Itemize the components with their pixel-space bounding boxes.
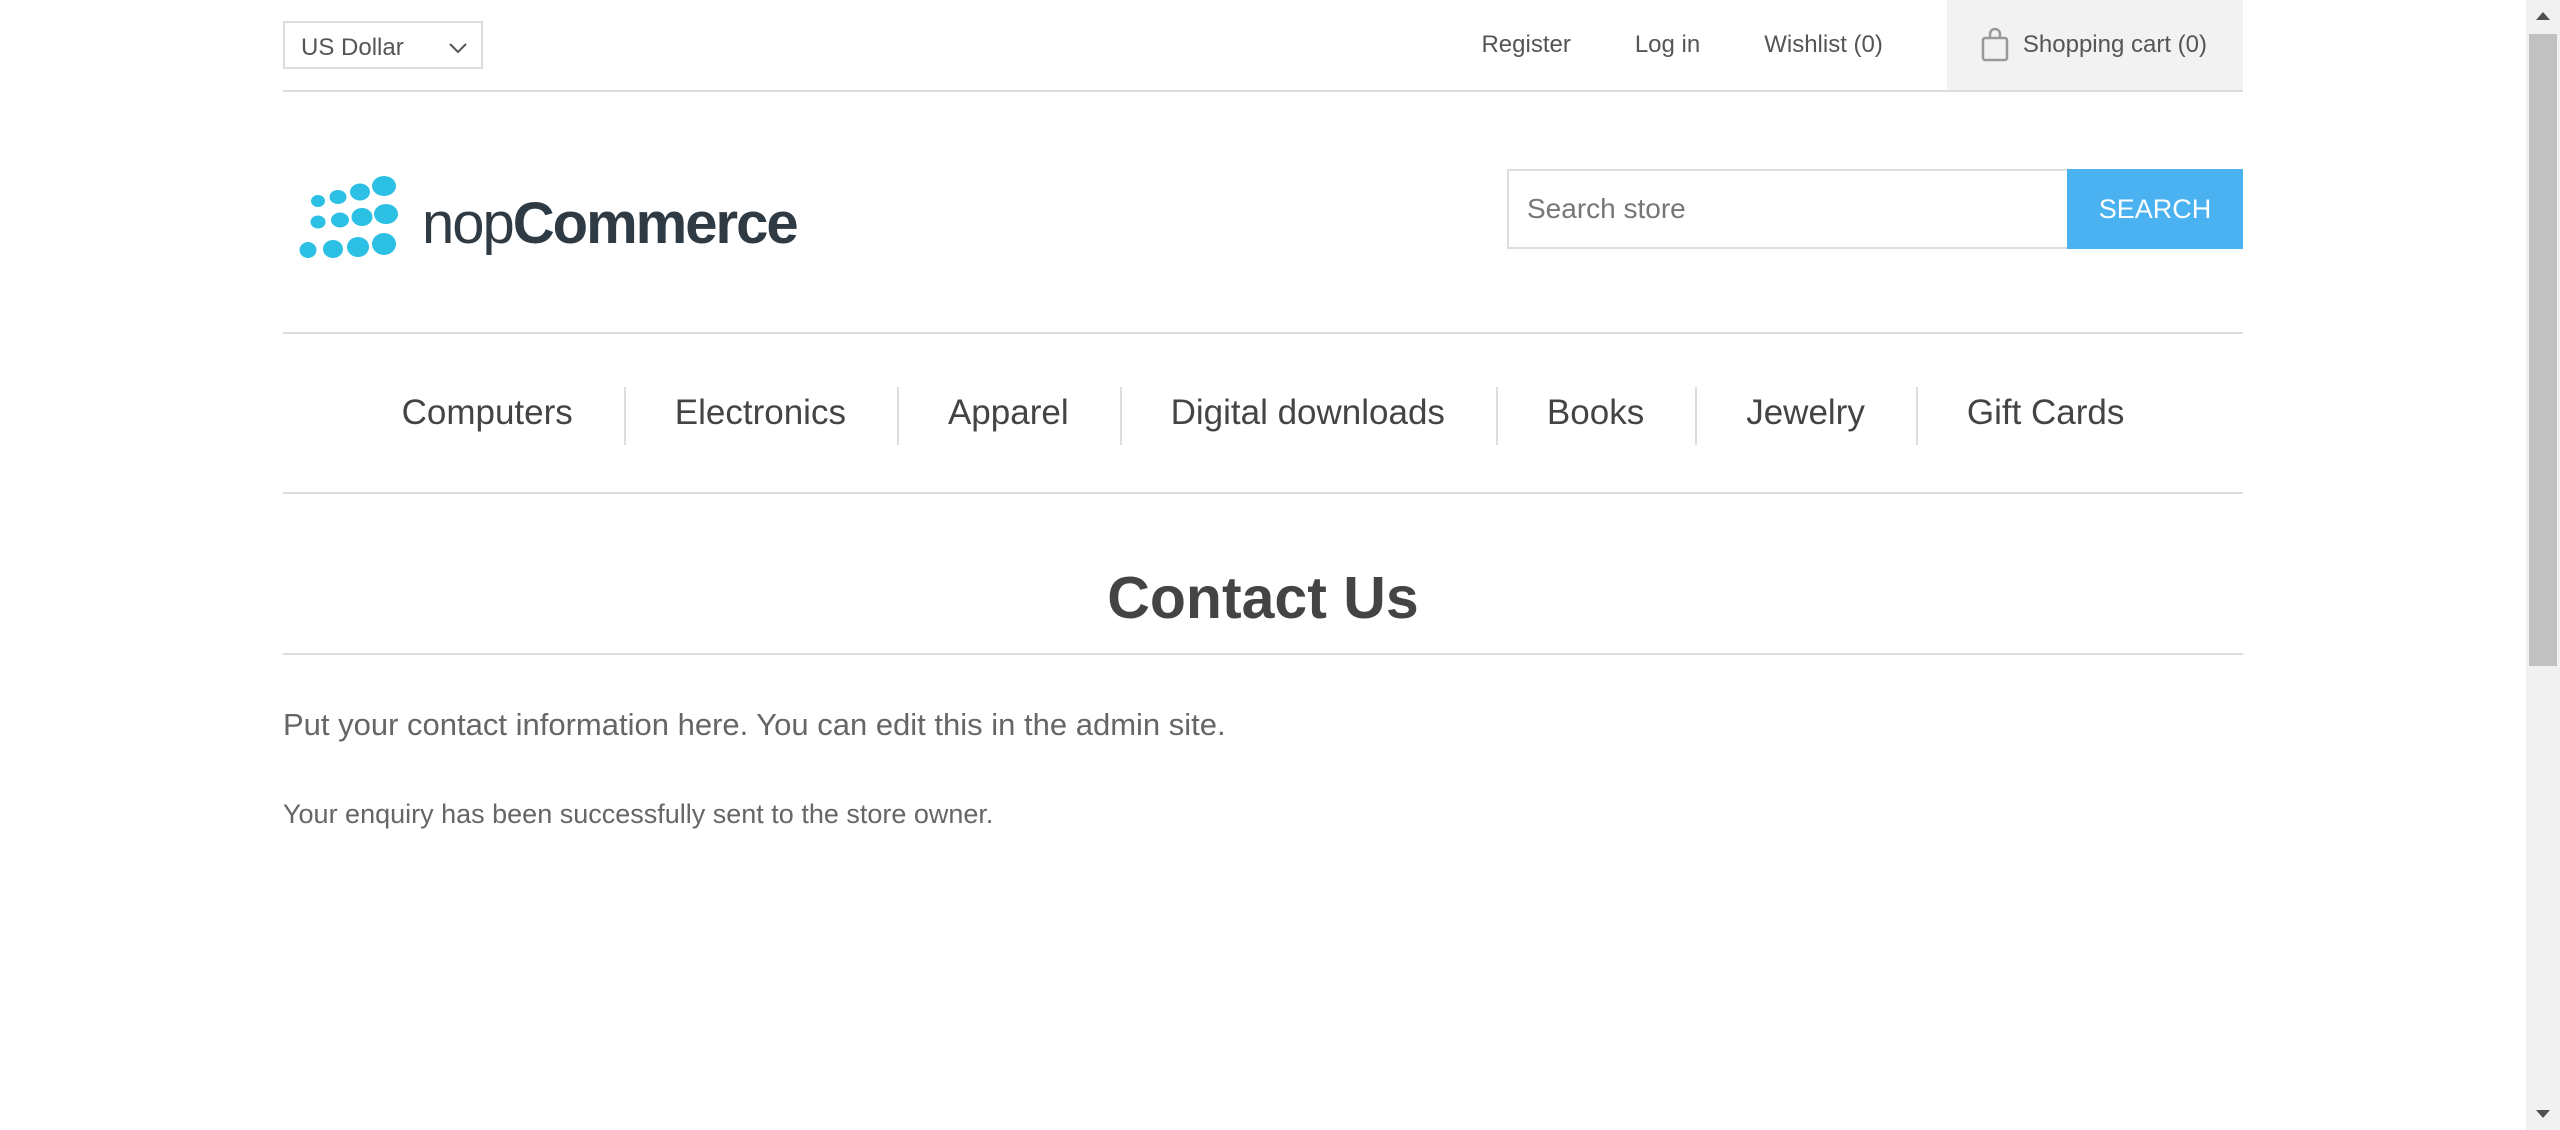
nav-item-gift-cards[interactable]: Gift Cards bbox=[1915, 387, 2176, 445]
scroll-down-arrow-icon[interactable] bbox=[2526, 1096, 2560, 1130]
header-links-bar: US Dollar Register Log in Wishlist (0) S… bbox=[283, 0, 2243, 92]
nav-item-books[interactable]: Books bbox=[1495, 387, 1695, 445]
page-title-wrap: Contact Us bbox=[283, 494, 2243, 655]
search-button[interactable]: SEARCH bbox=[2067, 169, 2243, 249]
logo-wordmark: nopCommerce bbox=[422, 190, 799, 257]
chevron-down-icon bbox=[449, 43, 467, 54]
contact-info-text: Put your contact information here. You c… bbox=[283, 707, 1226, 742]
header-upper: nopCommerce SEARCH bbox=[283, 92, 2243, 332]
shopping-cart-label: Shopping cart (0) bbox=[2022, 31, 2207, 58]
logo-prefix: nop bbox=[422, 191, 515, 256]
wishlist-link[interactable]: Wishlist (0) bbox=[1764, 31, 1883, 59]
page-container: US Dollar Register Log in Wishlist (0) S… bbox=[283, 0, 2243, 830]
vertical-scrollbar[interactable] bbox=[2526, 0, 2560, 1130]
store-logo[interactable]: nopCommerce bbox=[288, 170, 799, 270]
nav-item-digital-downloads[interactable]: Digital downloads bbox=[1119, 387, 1496, 445]
nav-item-jewelry[interactable]: Jewelry bbox=[1695, 387, 1916, 445]
shopping-cart-link[interactable]: Shopping cart (0) bbox=[1946, 0, 2243, 90]
logo-brand: Commerce bbox=[512, 191, 799, 256]
search-input[interactable] bbox=[1507, 169, 2067, 249]
nav-item-apparel[interactable]: Apparel bbox=[896, 387, 1120, 445]
header-links: Register Log in Wishlist (0) Shopping ca… bbox=[1481, 0, 2243, 90]
top-menu: Computers Electronics Apparel Digital do… bbox=[283, 332, 2243, 494]
scroll-up-arrow-icon[interactable] bbox=[2526, 0, 2560, 34]
login-link[interactable]: Log in bbox=[1635, 31, 1700, 59]
nav-item-computers[interactable]: Computers bbox=[351, 393, 624, 433]
nav-item-electronics[interactable]: Electronics bbox=[623, 387, 897, 445]
currency-selected-value: US Dollar bbox=[301, 34, 404, 61]
logo-dots-icon bbox=[299, 176, 398, 258]
shopping-bag-icon bbox=[1981, 27, 2009, 62]
enquiry-result-message: Your enquiry has been successfully sent … bbox=[283, 799, 994, 829]
currency-selector[interactable]: US Dollar bbox=[283, 21, 483, 69]
register-link[interactable]: Register bbox=[1481, 31, 1570, 59]
page-title: Contact Us bbox=[1107, 565, 1419, 631]
scrollbar-thumb[interactable] bbox=[2529, 34, 2557, 666]
search-box: SEARCH bbox=[1507, 169, 2243, 249]
